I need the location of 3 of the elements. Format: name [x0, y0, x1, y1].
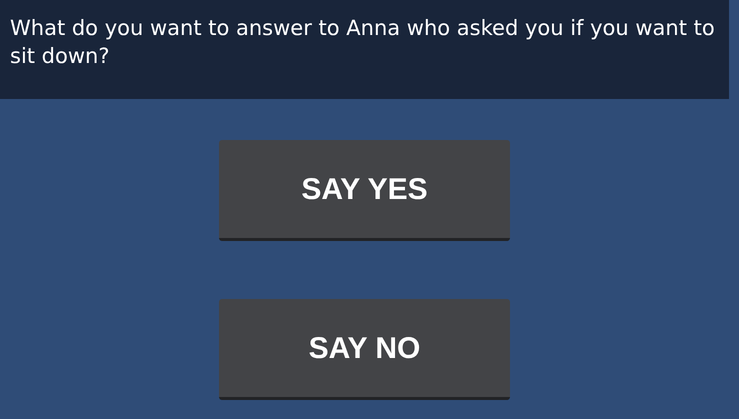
- answer-button[interactable]: SAY YES: [219, 140, 510, 241]
- answer-button[interactable]: SAY NO: [219, 299, 510, 400]
- question-text: What do you want to answer to Anna who asked you if you want to sit down?: [10, 15, 716, 70]
